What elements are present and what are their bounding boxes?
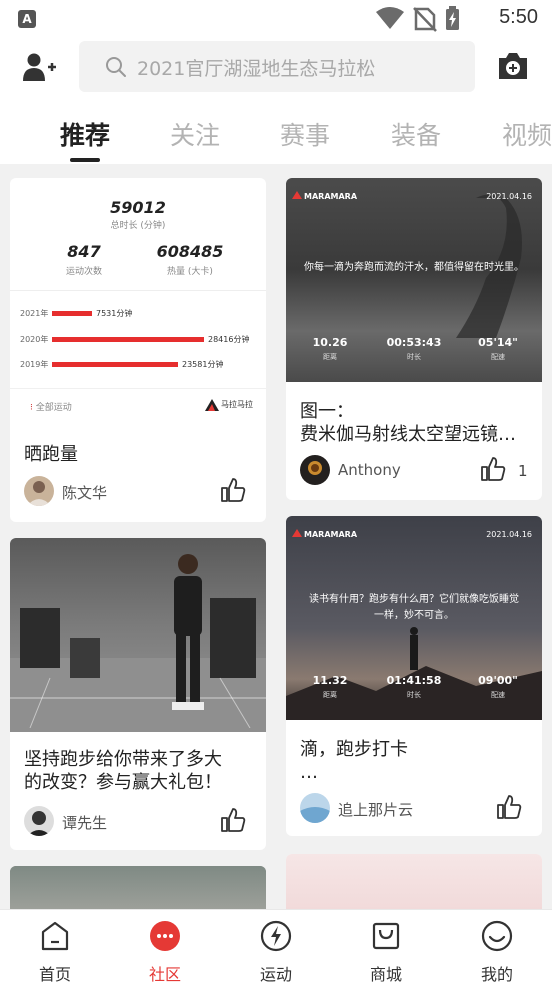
bar-value-2020: 28416分钟 <box>208 335 250 344</box>
post-title[interactable]: 图一： 费米伽马射线太空望远镜… <box>300 400 516 446</box>
photo-quote: 你每一滴为奔跑而流的汗水，都值得留在时光里。 <box>304 262 524 273</box>
all-sports-icon: ⁝ <box>30 403 33 413</box>
post-card-run-stats[interactable]: 59012 总时长 (分钟) 847 运动次数 608485 热量 (大卡) 2… <box>10 178 266 522</box>
nav-home[interactable]: 首页 <box>0 910 110 983</box>
divider <box>10 290 266 291</box>
post-card-partial[interactable] <box>10 866 266 909</box>
like-count: 1 <box>518 462 528 480</box>
all-sports-label: 全部运动 <box>35 403 72 413</box>
add-friend-icon[interactable] <box>22 52 56 82</box>
bottom-navigation: 首页 社区 运动 商城 我的 <box>0 909 552 983</box>
photo-date: 2021.04.16 <box>486 192 532 201</box>
app-notification-icon: A <box>18 10 36 28</box>
tab-following[interactable]: 关注 <box>170 116 220 152</box>
post-card-gym[interactable]: 坚持跑步给你带来了多大 的改变？参与赢大礼包！ 谭先生 <box>10 538 266 850</box>
run-stats-image: 59012 总时长 (分钟) 847 运动次数 608485 热量 (大卡) 2… <box>10 178 266 428</box>
like-icon[interactable] <box>480 456 506 482</box>
metric-distance: 11.32 距离 <box>312 674 348 699</box>
metric-duration: 01:41:58 时长 <box>386 674 442 699</box>
post-card-run-photo[interactable]: MARAMARA 2021.04.16 你每一滴为奔跑而流的汗水，都值得留在时光… <box>286 178 542 500</box>
sport-icon <box>260 920 292 952</box>
home-icon <box>41 921 69 951</box>
bar-value-2019: 23581分钟 <box>182 360 224 369</box>
nav-sport[interactable]: 运动 <box>221 910 331 983</box>
community-icon <box>150 921 180 951</box>
camera-icon[interactable] <box>497 51 529 81</box>
search-icon <box>106 57 126 77</box>
clock: 5:50 <box>499 6 538 28</box>
photo-quote: 读书有什用？跑步有什么用？它们就像吃饭睡觉 一样，妙不可言。 <box>309 594 519 621</box>
status-bar: A 5:50 <box>0 0 552 38</box>
category-tabs: 推荐 关注 赛事 装备 视频 <box>0 96 552 164</box>
shop-icon <box>372 922 400 950</box>
profile-icon <box>481 920 513 952</box>
community-feed[interactable]: 59012 总时长 (分钟) 847 运动次数 608485 热量 (大卡) 2… <box>0 164 552 909</box>
bar-year-2021: 2021年 <box>20 309 49 318</box>
like-icon[interactable] <box>220 477 246 503</box>
bar-year-2019: 2019年 <box>20 360 49 369</box>
bar-2021 <box>52 311 92 316</box>
author-name[interactable]: 陈文华 <box>62 482 107 503</box>
maramara-logo-icon <box>292 191 302 199</box>
author-name[interactable]: Anthony <box>338 461 401 479</box>
person-silhouette <box>410 627 418 670</box>
bar-value-2021: 7531分钟 <box>96 309 133 318</box>
post-title[interactable]: 坚持跑步给你带来了多大 的改变？参与赢大礼包！ <box>24 748 222 794</box>
header: 2021官厅湖湿地生态马拉松 <box>0 38 552 96</box>
gym-photo-image <box>10 538 266 732</box>
avatar[interactable] <box>300 793 330 823</box>
divider <box>10 388 266 389</box>
author-name[interactable]: 追上那片云 <box>338 799 413 820</box>
avatar[interactable] <box>24 806 54 836</box>
run-photo-image: MARAMARA 2021.04.16 读书有什用？跑步有什么用？它们就像吃饭睡… <box>286 516 542 720</box>
photo-date: 2021.04.16 <box>486 530 532 539</box>
search-bar[interactable]: 2021官厅湖湿地生态马拉松 <box>79 41 475 92</box>
tab-video[interactable]: 视频 <box>502 116 552 152</box>
calories-value: 608485 <box>156 242 224 261</box>
brand-label: MARAMARA <box>304 530 358 539</box>
metric-pace: 05'14" 配速 <box>478 336 518 361</box>
bar-2019 <box>52 362 178 367</box>
avatar[interactable] <box>24 476 54 506</box>
no-sim-icon <box>413 7 437 32</box>
post-title[interactable]: 滴，跑步打卡 … <box>300 738 408 784</box>
post-image <box>286 854 542 909</box>
like-icon[interactable] <box>220 807 246 833</box>
brand-label: MARAMARA <box>304 192 358 201</box>
post-card-partial[interactable] <box>286 854 542 909</box>
gym-equipment-shapes <box>10 598 266 728</box>
tab-events[interactable]: 赛事 <box>280 116 330 152</box>
calories-label: 热量 (大卡) <box>167 267 213 277</box>
tab-gear[interactable]: 装备 <box>391 116 441 152</box>
post-title[interactable]: 晒跑量 <box>24 443 78 466</box>
metric-distance: 10.26 距离 <box>312 336 348 361</box>
maramara-logo-icon <box>205 399 219 411</box>
like-icon[interactable] <box>496 794 522 820</box>
post-card-reading-run[interactable]: MARAMARA 2021.04.16 读书有什用？跑步有什么用？它们就像吃饭睡… <box>286 516 542 836</box>
metric-pace: 09'00" 配速 <box>478 674 518 699</box>
author-name[interactable]: 谭先生 <box>62 812 107 833</box>
maramara-logo-icon <box>292 529 302 537</box>
nav-profile[interactable]: 我的 <box>442 910 552 983</box>
nav-shop[interactable]: 商城 <box>331 910 441 983</box>
bar-year-2020: 2020年 <box>20 335 49 344</box>
active-tab-indicator <box>70 158 100 162</box>
post-image <box>10 866 266 909</box>
person-figure <box>172 554 204 710</box>
wifi-icon <box>376 7 404 29</box>
total-minutes-label: 总时长 (分钟) <box>110 221 166 231</box>
bar-2020 <box>52 337 204 342</box>
tab-recommend[interactable]: 推荐 <box>60 116 110 152</box>
search-placeholder: 2021官厅湖湿地生态马拉松 <box>137 58 376 80</box>
metric-duration: 00:53:43 时长 <box>386 336 442 361</box>
status-icons <box>376 6 459 32</box>
battery-icon <box>446 6 459 30</box>
nav-community[interactable]: 社区 <box>110 910 220 983</box>
total-minutes-value: 59012 <box>110 198 166 217</box>
run-photo-image: MARAMARA 2021.04.16 你每一滴为奔跑而流的汗水，都值得留在时光… <box>286 178 542 382</box>
brand-label: 马拉马拉 <box>221 400 253 409</box>
avatar[interactable] <box>300 455 330 485</box>
